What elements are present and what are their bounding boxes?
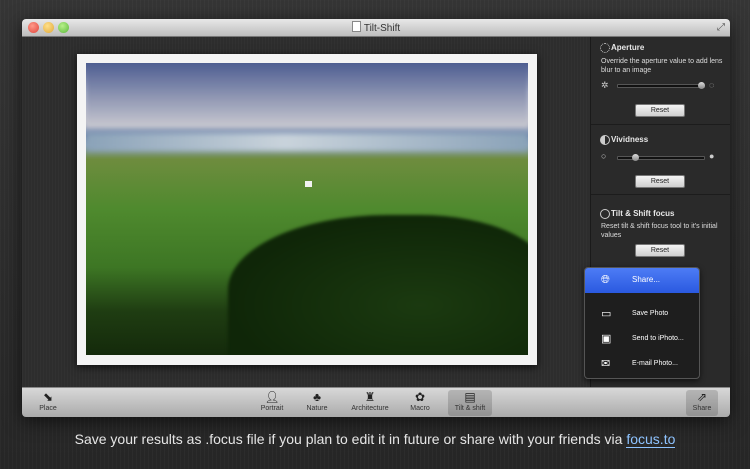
bottom-toolbar: ⬊ Place 👤︎ Portrait ♣ Nature ♜ Architect… [22,387,730,417]
tree-icon: ♣ [313,390,321,404]
vividness-min-icon: ○ [601,151,607,161]
tool-nature-label: Nature [306,405,328,412]
photo-canvas[interactable] [22,37,589,387]
iphoto-icon: ▣ [601,333,612,345]
vividness-slider-knob[interactable] [632,154,639,161]
tool-tilt-shift[interactable]: ▤ Tilt & shift [448,390,492,416]
aperture-min-icon: ✲ [601,80,609,90]
place-icon: ⬊ [42,390,54,404]
aperture-description: Override the aperture value to add lens … [601,58,723,74]
aperture-reset-button[interactable]: Reset [635,104,685,117]
place-button[interactable]: ⬊ Place [34,390,62,416]
document-icon [351,21,361,32]
share-menu-item-label: Share... [632,275,661,284]
tiltshift-icon [600,209,610,219]
title-bar: Tilt-Shift ⤢ [22,19,730,37]
globe-icon: 🌐︎ [601,274,610,286]
vividness-icon [600,135,610,145]
share-menu-item-share[interactable]: 🌐︎ Share... [585,268,699,293]
vividness-section: Vividness ○ ● Reset [591,125,730,195]
aperture-slider-knob[interactable] [698,82,705,89]
photo-frame [77,54,537,365]
aperture-section: Aperture Override the aperture value to … [591,37,730,125]
tool-macro[interactable]: ✿ Macro [408,390,432,416]
aperture-title: Aperture [611,43,645,52]
vividness-reset-button[interactable]: Reset [635,175,685,188]
tool-nature[interactable]: ♣ Nature [302,390,332,416]
tool-portrait[interactable]: 👤︎ Portrait [255,390,289,416]
tilt-shift-icon: ▤ [464,390,476,404]
tool-macro-label: Macro [410,405,430,412]
share-menu-item-save-photo[interactable]: ▭ Save Photo [585,302,699,327]
tool-architecture[interactable]: ♜ Architecture [347,390,393,416]
focus-to-link[interactable]: focus.to [626,431,676,448]
tiltshift-reset-button[interactable]: Reset [635,244,685,257]
aperture-icon [600,43,610,53]
fullscreen-icon[interactable]: ⤢ [717,22,725,33]
aperture-max-icon: ◌ [709,80,715,90]
share-label: Share [692,405,712,412]
window-title: Tilt-Shift [22,21,730,34]
tilt-shift-photo[interactable] [86,63,528,355]
share-icon: ⇗ [696,390,708,404]
promo-caption: Save your results as .focus file if you … [0,431,750,448]
disk-icon: ▭ [601,308,612,320]
share-menu-item-label: Save Photo [632,310,669,317]
share-menu-item-send-iphoto[interactable]: ▣ Send to iPhoto... [585,327,699,352]
portrait-icon: 👤︎ [264,390,280,404]
vividness-slider[interactable] [617,154,705,161]
share-menu-item-label: E-mail Photo... [632,360,678,367]
vividness-title: Vividness [611,135,649,144]
window-title-text: Tilt-Shift [363,23,401,34]
share-menu-item-email-photo[interactable]: ✉ E-mail Photo... [585,352,699,377]
tiltshift-title: Tilt & Shift focus [611,209,675,218]
share-menu-item-label: Send to iPhoto... [632,335,684,342]
aperture-slider[interactable] [617,82,705,89]
envelope-icon: ✉ [601,358,611,370]
flower-icon: ✿ [414,390,426,404]
share-menu: 🌐︎ Share... ▭ Save Photo ▣ Send to iPhot… [584,267,700,379]
tool-tilt-shift-label: Tilt & shift [454,405,486,412]
share-button[interactable]: ⇗ Share [686,390,718,416]
place-label: Place [39,405,57,412]
tool-architecture-label: Architecture [351,405,389,412]
caption-text: Save your results as .focus file if you … [74,431,627,447]
statue-icon: ♜ [364,390,376,404]
tiltshift-description: Reset tilt & shift focus tool to it's in… [601,223,718,239]
vividness-max-icon: ● [709,151,715,161]
tool-portrait-label: Portrait [260,405,284,412]
